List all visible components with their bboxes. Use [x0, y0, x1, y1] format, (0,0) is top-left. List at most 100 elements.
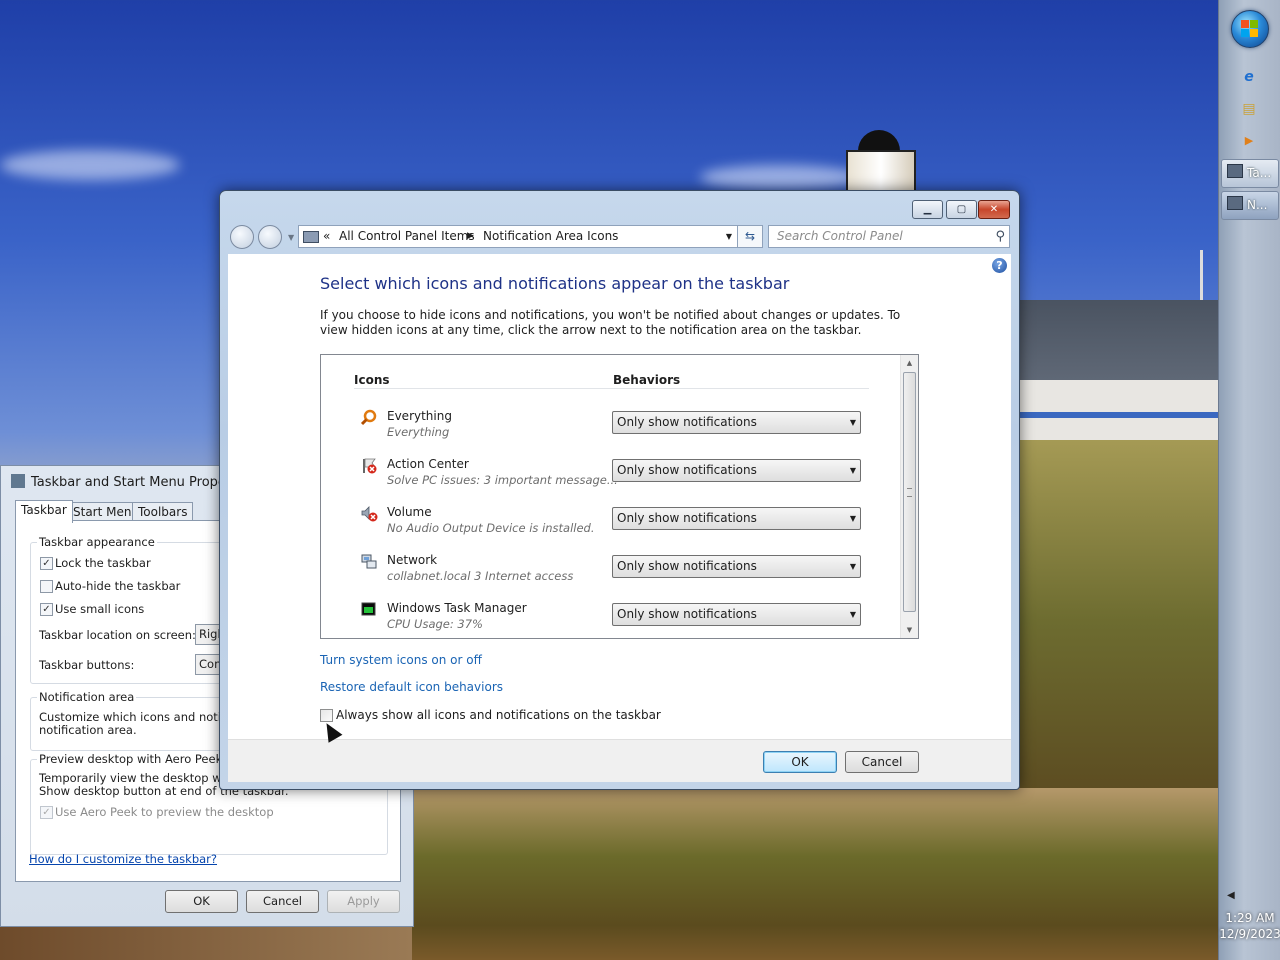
- scrollbar-thumb[interactable]: [903, 372, 916, 612]
- explorer-icon[interactable]: ▤: [1240, 100, 1258, 118]
- restore-default-behaviors-link[interactable]: Restore default icon behaviors: [320, 680, 503, 694]
- column-header-behaviors: Behaviors: [613, 373, 681, 387]
- close-button[interactable]: ✕: [978, 200, 1010, 219]
- forward-button[interactable]: [258, 225, 282, 249]
- props-cancel-button[interactable]: Cancel: [246, 890, 319, 913]
- always-show-label[interactable]: Always show all icons and notifications …: [336, 708, 661, 722]
- address-dropdown-icon[interactable]: ▼: [726, 226, 732, 247]
- content-pane: ? Select which icons and notifications a…: [228, 254, 1011, 739]
- page-description: If you choose to hide icons and notifica…: [320, 308, 901, 337]
- search-input[interactable]: Search Control Panel ⚲: [768, 225, 1010, 248]
- cancel-button[interactable]: Cancel: [845, 751, 919, 773]
- icon-name: Volume: [387, 505, 432, 519]
- column-header-icons: Icons: [354, 373, 390, 387]
- minimize-button[interactable]: ▁: [912, 200, 943, 219]
- lighthouse-cap: [858, 130, 900, 152]
- clock-date: 12/9/2023: [1219, 927, 1280, 941]
- props-apply-button[interactable]: Apply: [327, 890, 400, 913]
- page-title: Select which icons and notifications app…: [320, 274, 790, 293]
- taskbar-button-notification-icons[interactable]: N...: [1221, 191, 1279, 220]
- action-center-flag-icon: [363, 458, 377, 474]
- icon-description: Solve PC issues: 3 important message...: [387, 473, 618, 487]
- lock-taskbar-checkbox[interactable]: ✓: [40, 557, 53, 570]
- magnifier-icon: [360, 409, 377, 426]
- house: [1018, 300, 1220, 440]
- icon-description: collabnet.local 3 Internet access: [387, 569, 574, 583]
- icon-name: Everything: [387, 409, 452, 423]
- lock-taskbar-label: Lock the taskbar: [55, 556, 151, 570]
- auto-hide-label: Auto-hide the taskbar: [55, 579, 181, 593]
- start-button[interactable]: [1231, 10, 1269, 48]
- breadcrumb-separator-icon[interactable]: ▶: [467, 226, 474, 247]
- breadcrumb-overflow[interactable]: «: [323, 226, 330, 247]
- list-scrollbar[interactable]: ▲ ▼: [900, 355, 918, 638]
- location-label: Taskbar location on screen:: [39, 628, 196, 642]
- chevron-down-icon: ▼: [849, 418, 856, 427]
- icons-list: Icons Behaviors Everything Everything On…: [320, 354, 919, 639]
- behavior-select[interactable]: Only show notifications ▼: [612, 555, 861, 578]
- customize-taskbar-help-link[interactable]: How do I customize the taskbar?: [29, 852, 217, 866]
- internet-explorer-icon[interactable]: e: [1240, 68, 1258, 86]
- windows-logo-icon: [1241, 20, 1259, 38]
- notification-area-icons-window: ▁ ▢ ✕ ▼ « All Control Panel Items ▶ Noti…: [219, 190, 1020, 790]
- list-item: Windows Task Manager CPU Usage: 37% Only…: [321, 597, 881, 638]
- system-clock[interactable]: 1:29 AM 12/9/2023: [1219, 910, 1280, 942]
- chevron-down-icon: ▼: [849, 610, 856, 619]
- dialog-footer: OK Cancel: [228, 739, 1011, 782]
- auto-hide-checkbox[interactable]: [40, 580, 53, 593]
- rocks: [0, 925, 412, 960]
- media-player-icon[interactable]: ▶: [1240, 132, 1258, 150]
- list-item: Action Center Solve PC issues: 3 importa…: [321, 453, 881, 501]
- icon-description: Everything: [387, 425, 450, 439]
- window-icon: [1227, 164, 1243, 178]
- refresh-button[interactable]: ⇆: [737, 225, 763, 248]
- scroll-down-icon[interactable]: ▼: [901, 622, 918, 638]
- back-button[interactable]: [230, 225, 254, 249]
- help-icon[interactable]: ?: [992, 258, 1007, 273]
- ok-button[interactable]: OK: [763, 751, 837, 773]
- list-item: Volume No Audio Output Device is install…: [321, 501, 881, 549]
- chevron-down-icon: ▼: [849, 514, 856, 523]
- show-hidden-icons-arrow[interactable]: ◀: [1227, 890, 1235, 901]
- cloud: [700, 165, 860, 190]
- list-item: Network collabnet.local 3 Internet acces…: [321, 549, 881, 597]
- scroll-up-icon[interactable]: ▲: [901, 355, 918, 371]
- grass-field: [412, 788, 1220, 960]
- clock-time: 1:29 AM: [1225, 911, 1275, 925]
- behavior-select[interactable]: Only show notifications ▼: [612, 459, 861, 482]
- behavior-select[interactable]: Only show notifications ▼: [612, 603, 861, 626]
- taskbar-icon: [11, 474, 25, 488]
- control-panel-icon: [303, 231, 319, 243]
- chevron-down-icon: ▼: [849, 562, 856, 571]
- recent-pages-dropdown[interactable]: ▼: [288, 233, 294, 242]
- maximize-button[interactable]: ▢: [946, 200, 977, 219]
- header-divider: [354, 388, 869, 389]
- small-icons-checkbox[interactable]: ✓: [40, 603, 53, 616]
- icon-description: CPU Usage: 37%: [387, 617, 483, 631]
- control-panel-icon: [1227, 196, 1243, 210]
- breadcrumb-all-items[interactable]: All Control Panel Items: [339, 226, 475, 247]
- tab-taskbar[interactable]: Taskbar: [15, 500, 73, 523]
- props-ok-button[interactable]: OK: [165, 890, 238, 913]
- breadcrumb-notification-icons[interactable]: Notification Area Icons: [483, 226, 618, 247]
- aero-peek-checkbox[interactable]: ✓: [40, 806, 53, 819]
- icon-name: Network: [387, 553, 438, 567]
- notification-text: notification area.: [39, 723, 137, 737]
- small-icons-label: Use small icons: [55, 602, 145, 616]
- turn-system-icons-link[interactable]: Turn system icons on or off: [320, 653, 482, 667]
- list-item: Everything Everything Only show notifica…: [321, 405, 881, 453]
- address-bar[interactable]: « All Control Panel Items ▶ Notification…: [298, 225, 738, 248]
- icon-description: No Audio Output Device is installed.: [387, 521, 595, 535]
- chevron-down-icon: ▼: [849, 466, 856, 475]
- search-icon[interactable]: ⚲: [995, 226, 1005, 247]
- behavior-select[interactable]: Only show notifications ▼: [612, 411, 861, 434]
- aero-peek-label: Use Aero Peek to preview the desktop: [55, 805, 274, 819]
- cloud: [0, 150, 180, 180]
- icon-name: Action Center: [387, 457, 469, 471]
- taskbar-buttons-label: Taskbar buttons:: [39, 658, 135, 672]
- behavior-select[interactable]: Only show notifications ▼: [612, 507, 861, 530]
- taskbar-button-taskbar-properties[interactable]: Ta...: [1221, 159, 1279, 188]
- tab-toolbars[interactable]: Toolbars: [132, 502, 194, 522]
- speaker-muted-icon: [361, 506, 378, 522]
- task-manager-icon: [361, 602, 376, 616]
